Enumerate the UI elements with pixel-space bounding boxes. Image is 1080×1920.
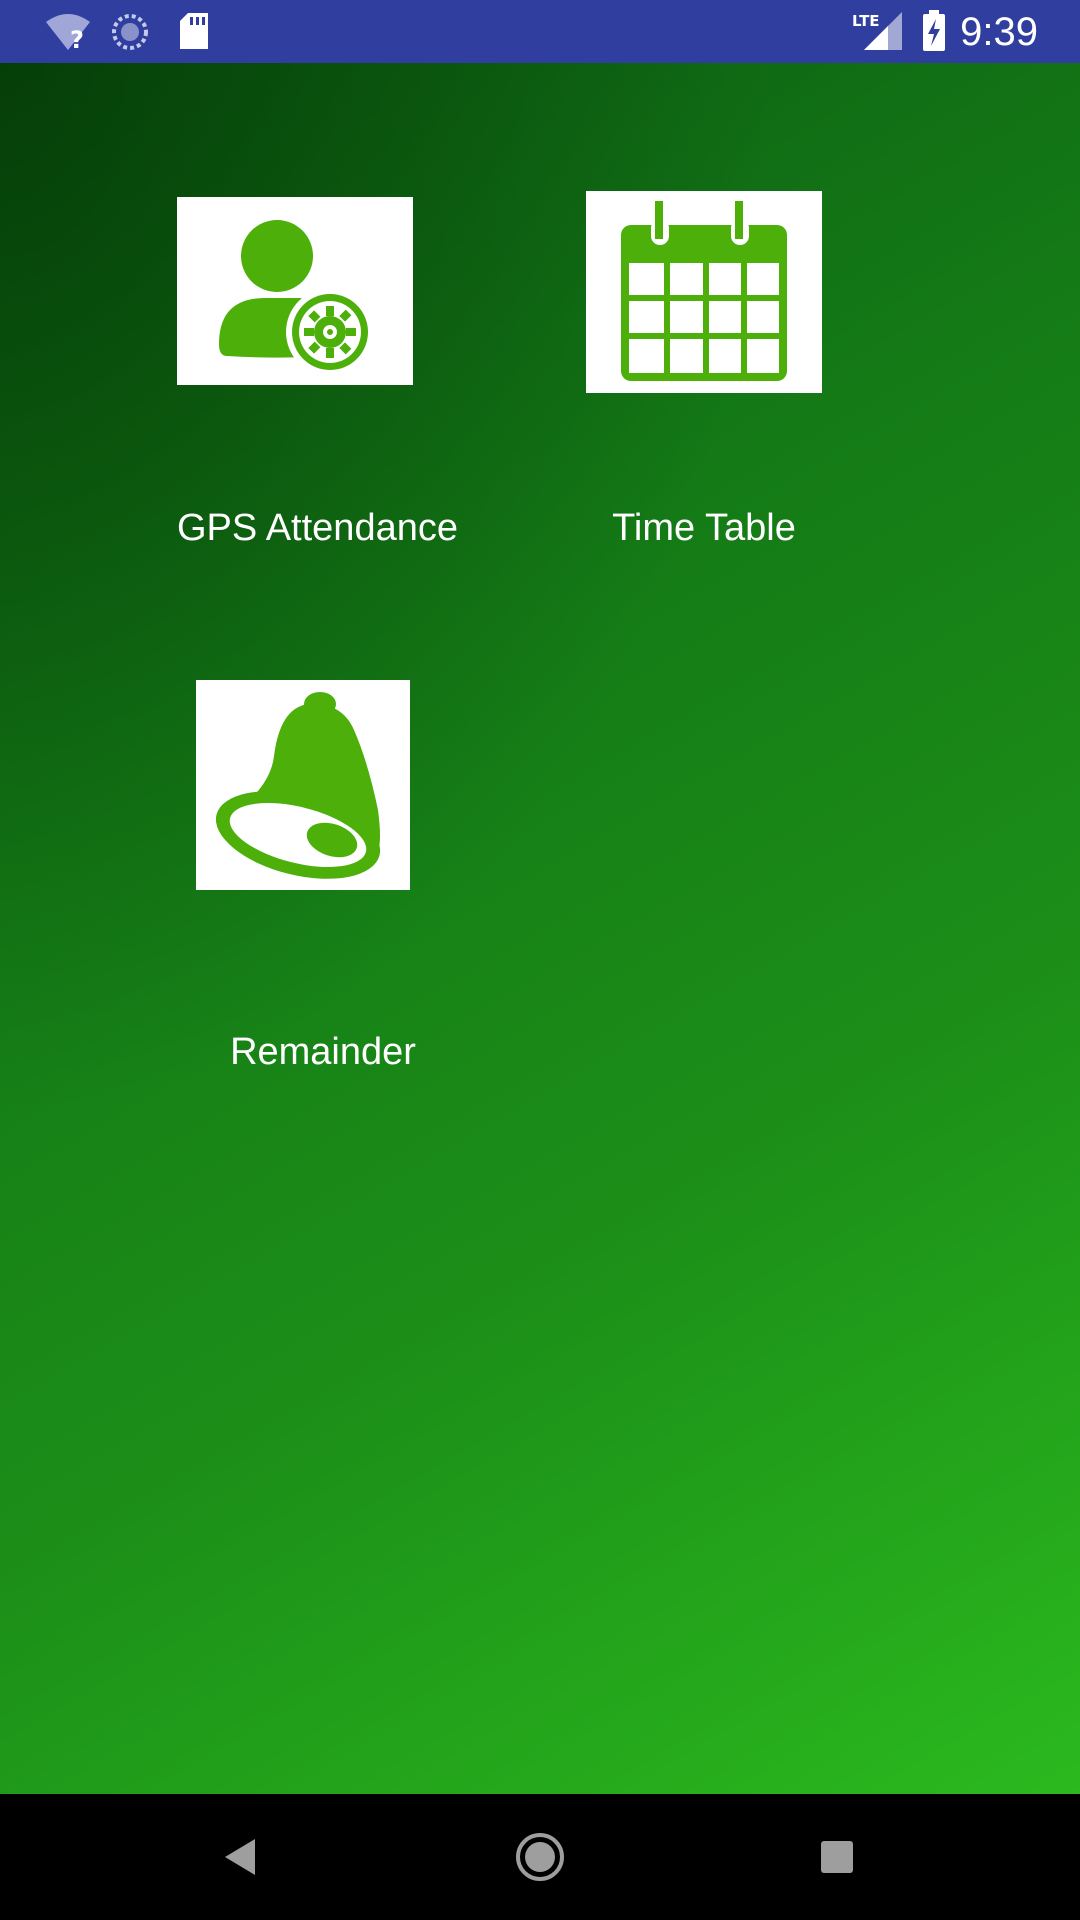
status-bar: ? LTE 9:39 — [0, 0, 1080, 63]
home-icon[interactable] — [510, 1827, 570, 1887]
back-icon[interactable] — [211, 1827, 271, 1887]
sync-icon — [110, 12, 150, 52]
lte-signal-icon: LTE — [852, 10, 904, 52]
user-settings-icon[interactable] — [177, 197, 413, 385]
app-screen: ? LTE 9:39 GPS Attendance Time Table Rem… — [0, 0, 1080, 1920]
bell-icon[interactable] — [196, 680, 410, 890]
svg-text:?: ? — [70, 26, 84, 52]
status-clock: 9:39 — [960, 10, 1038, 54]
remainder-label[interactable]: Remainder — [196, 1029, 450, 1075]
calendar-icon[interactable] — [586, 191, 822, 393]
time-table-label[interactable]: Time Table — [586, 505, 822, 551]
svg-text:LTE: LTE — [852, 12, 880, 30]
wifi-question-icon: ? — [44, 12, 92, 52]
battery-charging-icon — [922, 10, 946, 52]
recents-icon[interactable] — [807, 1827, 867, 1887]
sd-card-icon — [178, 12, 210, 50]
navigation-bar — [0, 1794, 1080, 1920]
gps-attendance-label[interactable]: GPS Attendance — [150, 505, 485, 551]
dashboard: GPS Attendance Time Table Remainder — [0, 63, 1080, 1794]
